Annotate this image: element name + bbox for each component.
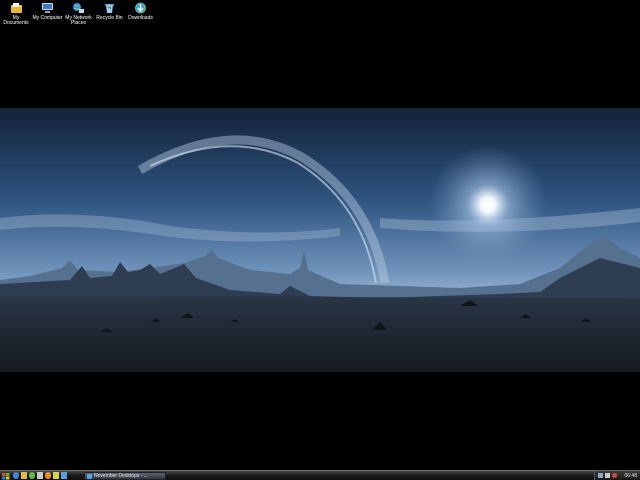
my-documents-icon <box>9 1 23 14</box>
desktop-icon-recycle-bin[interactable]: Recycle Bin <box>94 1 125 26</box>
volume-icon[interactable] <box>605 473 610 478</box>
desktop-icon-label: My Computer <box>32 15 63 21</box>
desktop-icon-my-computer[interactable]: My Computer <box>32 1 63 26</box>
window-icon <box>87 473 92 479</box>
app-icon[interactable] <box>61 472 67 479</box>
desktop-icon-label: My Documents <box>3 15 29 26</box>
desktop-icon-label: My Network Places <box>65 15 92 26</box>
taskbar-button-november-desktops[interactable]: November Desktops - ... <box>84 472 166 480</box>
system-tray: 06:48 <box>594 471 640 480</box>
security-icon[interactable] <box>612 473 617 478</box>
clock[interactable]: 06:48 <box>624 473 637 479</box>
my-network-places-icon <box>72 1 86 14</box>
downloads-icon <box>134 1 148 14</box>
desktop-icon-my-documents[interactable]: My Documents <box>0 1 32 26</box>
app-icon[interactable] <box>45 472 51 479</box>
desktop[interactable]: My Documents My Computer My Network Plac… <box>0 0 640 470</box>
wallpaper-image <box>0 108 640 372</box>
app-icon[interactable] <box>37 472 43 479</box>
quick-launch <box>13 472 67 479</box>
recycle-bin-icon <box>103 1 117 14</box>
desktop-icon-label: Downloads <box>128 15 153 21</box>
folder-icon[interactable] <box>21 472 27 479</box>
desktop-icon-grid: My Documents My Computer My Network Plac… <box>0 1 156 26</box>
ie-icon[interactable] <box>13 472 19 479</box>
windows-logo-icon <box>2 472 10 479</box>
app-icon[interactable] <box>53 472 59 479</box>
start-button[interactable] <box>1 472 11 480</box>
my-computer-icon <box>41 1 55 14</box>
taskbar-button-label: November Desktops - ... <box>94 473 148 479</box>
desktop-icon-my-network-places[interactable]: My Network Places <box>63 1 94 26</box>
media-icon[interactable] <box>29 472 35 479</box>
taskbar: November Desktops - ... 06:48 <box>0 470 640 480</box>
wallpaper-alien-planet <box>0 108 640 372</box>
desktop-icon-label: Recycle Bin <box>96 15 123 21</box>
network-icon[interactable] <box>598 473 603 478</box>
desktop-icon-downloads[interactable]: Downloads <box>125 1 156 26</box>
